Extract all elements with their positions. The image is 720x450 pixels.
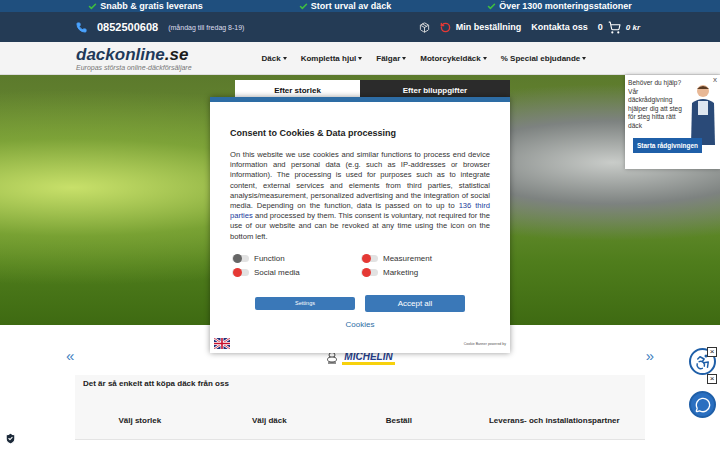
- toggle-track[interactable]: [232, 255, 249, 262]
- chat-icon: [695, 397, 711, 413]
- top-bar: 0852500608 (måndag till fredag 8-19) Min b…: [0, 12, 720, 42]
- consent-toggle[interactable]: Marketing: [361, 268, 490, 277]
- nav-item[interactable]: Motorcykeldäck: [420, 54, 486, 63]
- step-label: Välj däck: [205, 416, 335, 425]
- tagline: Europas största online-däckförsäljare: [76, 64, 192, 71]
- consent-toggle: Function: [232, 254, 361, 263]
- step-label: Leverans- och installationspartner: [464, 416, 645, 425]
- toggle-track[interactable]: [361, 269, 378, 276]
- help-close[interactable]: x: [713, 75, 717, 84]
- carousel-next[interactable]: »: [646, 349, 654, 363]
- refresh-icon: [440, 22, 451, 33]
- logo[interactable]: dackonline.seEuropas största online-däck…: [76, 46, 192, 71]
- shield-icon: [4, 432, 17, 445]
- opening-hours: (måndag till fredag 8-19): [168, 24, 244, 31]
- contact-link[interactable]: Kontakta oss: [531, 22, 588, 32]
- dialog-text: On this website we use cookies and simil…: [230, 150, 490, 242]
- check-icon: [299, 2, 308, 11]
- usp-item: Över 1300 monteringsstationer: [487, 1, 632, 11]
- cart-icon: [608, 21, 621, 34]
- toggle-track[interactable]: [232, 269, 249, 276]
- usp-item: Stort urval av däck: [299, 1, 392, 11]
- carousel-prev[interactable]: «: [66, 349, 74, 363]
- step-label: Beställ: [334, 416, 464, 425]
- start-advice-button[interactable]: Starta rådgivningen: [633, 138, 702, 153]
- phone-number[interactable]: 0852500608: [97, 21, 158, 33]
- my-order-link[interactable]: Min beställning: [440, 22, 522, 33]
- main-nav: dackonline.seEuropas största online-däck…: [0, 42, 720, 75]
- package-icon[interactable]: [419, 22, 430, 33]
- consent-toggle[interactable]: Measurement: [361, 254, 490, 263]
- nav-item[interactable]: % Special ebjudande: [501, 54, 587, 63]
- check-icon: [88, 2, 97, 11]
- nav-item[interactable]: Däck: [262, 54, 287, 63]
- nav-item[interactable]: Kompletta hjul: [301, 54, 363, 63]
- check-icon: [487, 2, 496, 11]
- language-flag-icon[interactable]: [214, 338, 230, 349]
- cookie-dialog: Consent to Cookies & Data processing On t…: [210, 97, 510, 353]
- privacy-settings[interactable]: [4, 431, 17, 449]
- help-popup: x Behöver du hjälp? Vår däckrådgivning hj…: [625, 75, 720, 169]
- phone-icon: [76, 22, 87, 33]
- page: Snabb & gratis leverans Stort urval av dä…: [0, 0, 720, 450]
- brand-logo[interactable]: MICHELIN: [325, 351, 394, 365]
- chat-button[interactable]: [689, 391, 716, 418]
- nav-item[interactable]: Fälgar: [376, 54, 406, 63]
- close-chat[interactable]: ×: [707, 374, 717, 384]
- how-to-section: Det är så enkelt att köpa däck från oss V…: [75, 375, 645, 440]
- close-accessibility[interactable]: ×: [707, 347, 717, 357]
- cookies-link[interactable]: Cookies: [346, 320, 375, 329]
- bibendum-icon: [325, 352, 339, 365]
- accept-all-button[interactable]: Accept all: [365, 295, 465, 312]
- powered-by: Cookie Banner powered by: [464, 342, 506, 346]
- cart[interactable]: 00 kr: [598, 21, 640, 34]
- usp-strip: Snabb & gratis leverans Stort urval av dä…: [0, 0, 720, 12]
- toggle-track[interactable]: [361, 255, 378, 262]
- dialog-title: Consent to Cookies & Data processing: [230, 128, 490, 138]
- section-title: Det är så enkelt att köpa däck från oss: [75, 379, 645, 408]
- advisor-icon: [688, 83, 718, 145]
- consent-toggle[interactable]: Social media: [232, 268, 361, 277]
- third-parties-link[interactable]: 136 third parties: [230, 201, 490, 220]
- cart-total: 0 kr: [626, 23, 640, 32]
- help-text: Behöver du hjälp? Vår däckrådgivning hjä…: [628, 79, 684, 131]
- step-label: Välj storlek: [75, 416, 205, 425]
- settings-button[interactable]: Settings: [255, 297, 355, 310]
- usp-item: Snabb & gratis leverans: [88, 1, 203, 11]
